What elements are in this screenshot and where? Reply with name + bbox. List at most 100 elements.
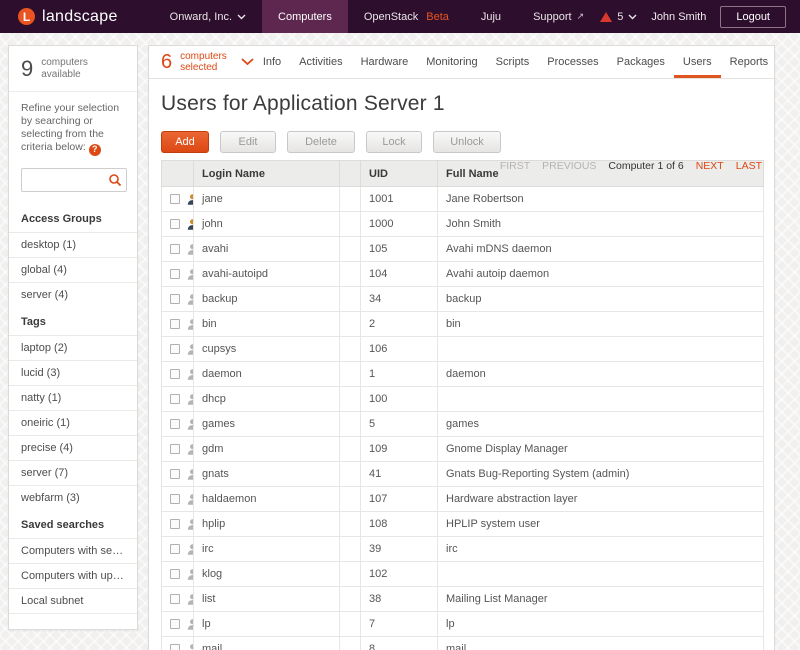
sidebar-filter-item[interactable]: Computers with upgrades bbox=[9, 563, 137, 588]
nav-computers[interactable]: Computers bbox=[262, 0, 348, 33]
sidebar-filter-item[interactable]: server (7) bbox=[9, 460, 137, 485]
logout-button[interactable]: Logout bbox=[720, 6, 786, 28]
uid-cell: 38 bbox=[361, 587, 438, 612]
tab-reports[interactable]: Reports bbox=[721, 46, 775, 78]
main-panel: 6 computers selected InfoActivitiesHardw… bbox=[148, 45, 775, 650]
nav-openstack[interactable]: OpenStack Beta bbox=[348, 0, 465, 33]
pagination-first[interactable]: FIRST bbox=[500, 160, 530, 172]
nav-juju[interactable]: Juju bbox=[465, 0, 517, 33]
row-checkbox[interactable] bbox=[170, 419, 180, 429]
spacer-cell bbox=[340, 537, 361, 562]
row-checkbox[interactable] bbox=[170, 369, 180, 379]
sidebar-filter-item[interactable]: desktop (1) bbox=[9, 232, 137, 257]
users-table: Login Name UID Full Name jane1001Jane Ro… bbox=[161, 160, 764, 650]
sidebar-filter-item[interactable]: server (4) bbox=[9, 282, 137, 307]
row-select-cell bbox=[162, 287, 194, 312]
row-select-cell bbox=[162, 637, 194, 650]
row-checkbox[interactable] bbox=[170, 394, 180, 404]
alerts-menu[interactable]: 5 bbox=[600, 11, 637, 23]
sidebar-filter-item[interactable]: Local subnet bbox=[9, 588, 137, 613]
login-name-cell: backup bbox=[194, 287, 340, 312]
table-row: john1000John Smith bbox=[162, 212, 764, 237]
nav-support-label: Support bbox=[533, 11, 572, 23]
refine-text: Refine your selection by searching or se… bbox=[21, 102, 119, 153]
full-name-cell bbox=[438, 562, 764, 587]
row-checkbox[interactable] bbox=[170, 569, 180, 579]
uid-cell: 5 bbox=[361, 412, 438, 437]
row-checkbox[interactable] bbox=[170, 444, 180, 454]
uid-cell: 1001 bbox=[361, 187, 438, 212]
row-checkbox[interactable] bbox=[170, 269, 180, 279]
search-icon[interactable] bbox=[108, 173, 122, 192]
tab-hardware[interactable]: Hardware bbox=[352, 46, 418, 78]
pagination-last[interactable]: LAST bbox=[736, 160, 762, 172]
row-checkbox[interactable] bbox=[170, 219, 180, 229]
nav-support[interactable]: Support ↗ bbox=[517, 0, 600, 33]
tab-activities[interactable]: Activities bbox=[290, 46, 351, 78]
sidebar-filter-item[interactable]: global (4) bbox=[9, 257, 137, 282]
tab-monitoring[interactable]: Monitoring bbox=[417, 46, 486, 78]
tab-processes[interactable]: Processes bbox=[538, 46, 607, 78]
table-row: irc39irc bbox=[162, 537, 764, 562]
pagination-next[interactable]: NEXT bbox=[696, 160, 724, 172]
sidebar-filter-item[interactable]: precise (4) bbox=[9, 435, 137, 460]
table-row: avahi105Avahi mDNS daemon bbox=[162, 237, 764, 262]
full-name-cell: mail bbox=[438, 637, 764, 650]
sidebar-filter-item[interactable]: natty (1) bbox=[9, 385, 137, 410]
selection-sidebar: 9 computers available Refine your select… bbox=[8, 45, 138, 630]
sidebar-section-title: Tags bbox=[9, 307, 137, 335]
row-checkbox[interactable] bbox=[170, 494, 180, 504]
sidebar-filter-item[interactable]: laptop (2) bbox=[9, 335, 137, 360]
tab-users[interactable]: Users bbox=[674, 46, 721, 78]
login-name-cell: daemon bbox=[194, 362, 340, 387]
tab-info[interactable]: Info bbox=[254, 46, 290, 78]
row-checkbox[interactable] bbox=[170, 594, 180, 604]
row-checkbox[interactable] bbox=[170, 469, 180, 479]
row-checkbox[interactable] bbox=[170, 619, 180, 629]
login-name-cell: gdm bbox=[194, 437, 340, 462]
sidebar-section: Access Groupsdesktop (1)global (4)server… bbox=[9, 204, 137, 307]
row-checkbox[interactable] bbox=[170, 519, 180, 529]
spacer-cell bbox=[340, 237, 361, 262]
help-icon[interactable]: ? bbox=[89, 144, 101, 156]
sidebar-filter-item[interactable]: oneiric (1) bbox=[9, 410, 137, 435]
nav-account-menu[interactable]: Onward, Inc. bbox=[154, 0, 262, 33]
full-name-cell: bin bbox=[438, 312, 764, 337]
row-select-cell bbox=[162, 612, 194, 637]
table-row: gdm109Gnome Display Manager bbox=[162, 437, 764, 462]
row-checkbox[interactable] bbox=[170, 644, 180, 650]
row-checkbox[interactable] bbox=[170, 294, 180, 304]
landscape-logo[interactable]: L landscape bbox=[0, 0, 132, 33]
sidebar-sections: Access Groupsdesktop (1)global (4)server… bbox=[9, 204, 137, 613]
row-checkbox[interactable] bbox=[170, 344, 180, 354]
spacer-column-header bbox=[340, 161, 361, 187]
uid-cell: 1000 bbox=[361, 212, 438, 237]
tab-scripts[interactable]: Scripts bbox=[487, 46, 539, 78]
sidebar-filter-item[interactable]: lucid (3) bbox=[9, 360, 137, 385]
row-checkbox[interactable] bbox=[170, 544, 180, 554]
uid-cell: 107 bbox=[361, 487, 438, 512]
login-name-column-header: Login Name bbox=[194, 161, 340, 187]
row-checkbox[interactable] bbox=[170, 194, 180, 204]
row-select-cell bbox=[162, 262, 194, 287]
landscape-logo-icon: L bbox=[18, 8, 35, 25]
full-name-cell bbox=[438, 337, 764, 362]
user-icon bbox=[186, 393, 194, 406]
row-select-cell bbox=[162, 487, 194, 512]
selection-chevron-icon[interactable] bbox=[241, 58, 254, 66]
add-button[interactable]: Add bbox=[161, 131, 209, 153]
external-link-icon: ↗ bbox=[577, 11, 585, 22]
table-row: dhcp100 bbox=[162, 387, 764, 412]
current-user-name: John Smith bbox=[651, 11, 706, 23]
tab-packages[interactable]: Packages bbox=[608, 46, 674, 78]
pagination-previous[interactable]: PREVIOUS bbox=[542, 160, 596, 172]
sidebar-filter-item[interactable]: Computers with securit... bbox=[9, 538, 137, 563]
full-name-cell: irc bbox=[438, 537, 764, 562]
login-name-cell: list bbox=[194, 587, 340, 612]
row-checkbox[interactable] bbox=[170, 319, 180, 329]
full-name-cell: Hardware abstraction layer bbox=[438, 487, 764, 512]
table-row: games5games bbox=[162, 412, 764, 437]
uid-cell: 108 bbox=[361, 512, 438, 537]
row-checkbox[interactable] bbox=[170, 244, 180, 254]
sidebar-filter-item[interactable]: webfarm (3) bbox=[9, 485, 137, 510]
